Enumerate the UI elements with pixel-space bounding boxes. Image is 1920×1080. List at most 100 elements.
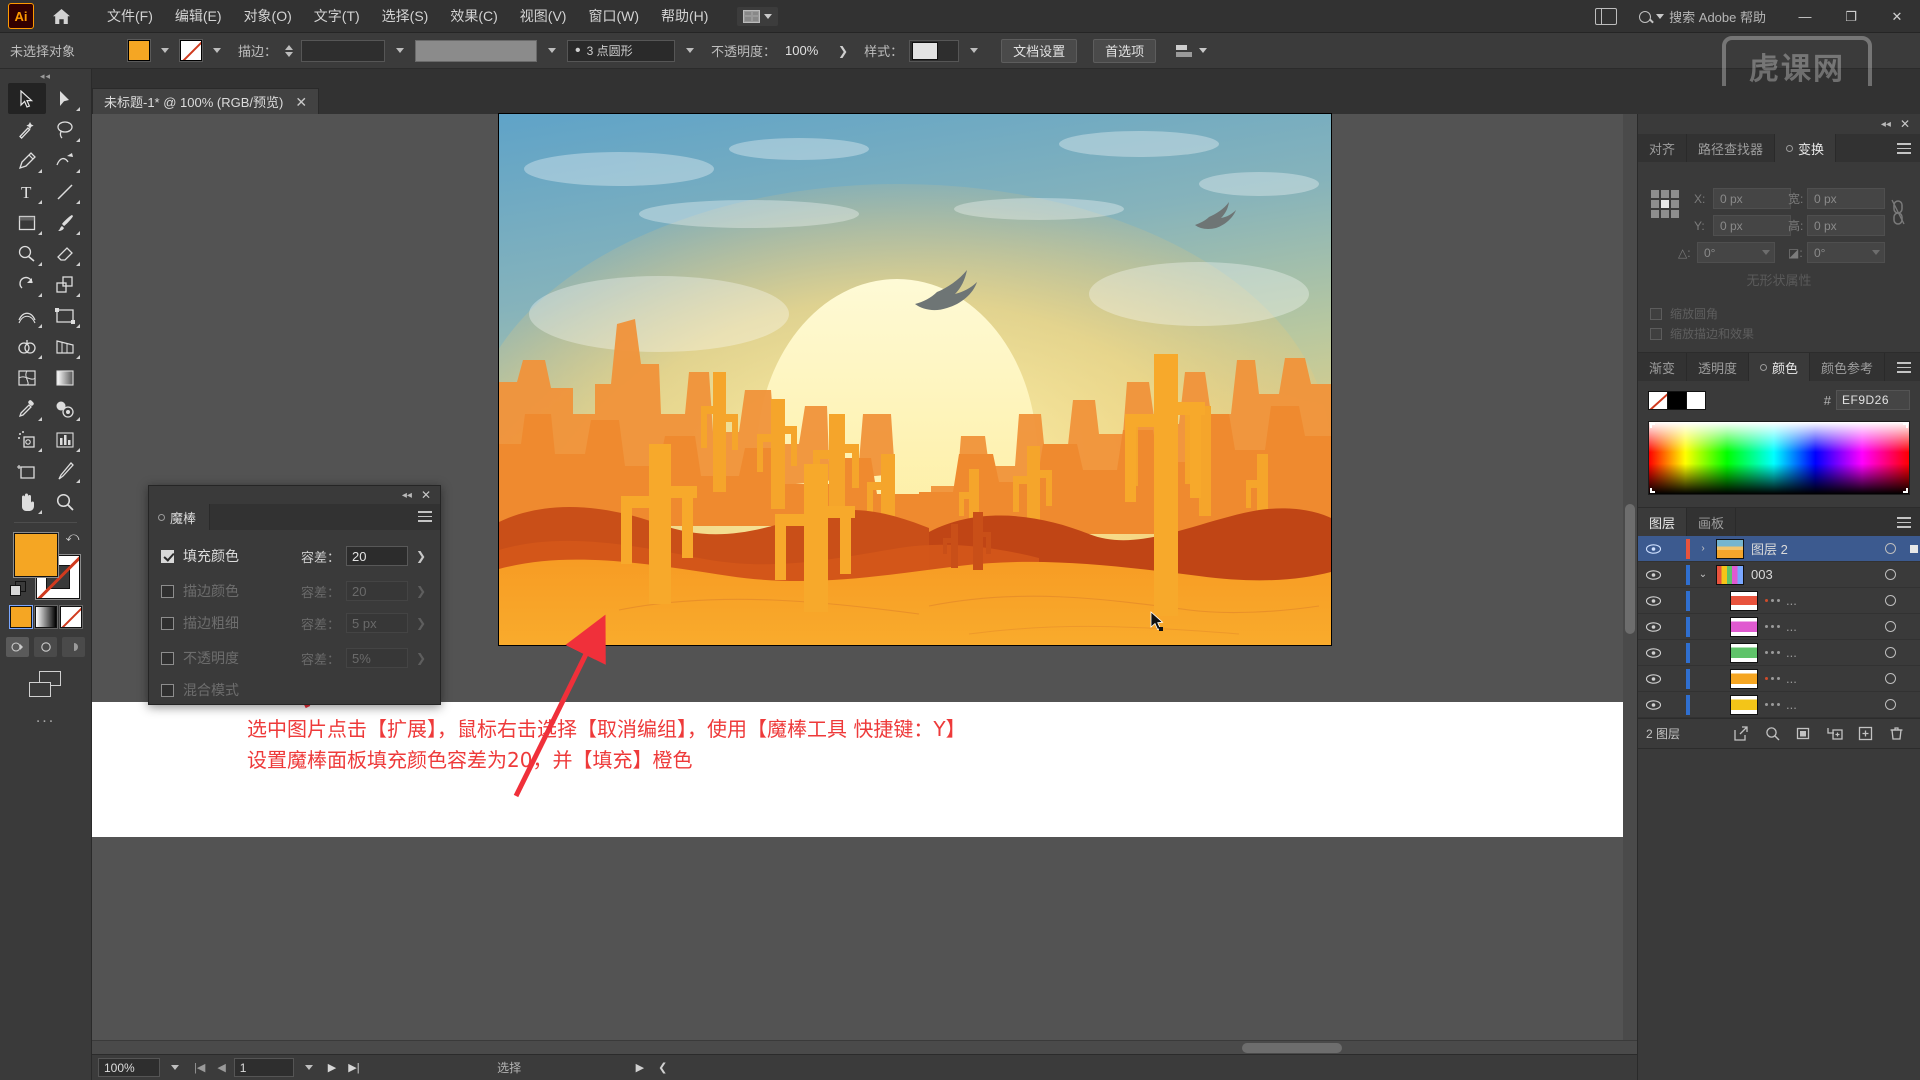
new-sublayer-icon[interactable] bbox=[1819, 721, 1850, 747]
visibility-icon[interactable] bbox=[1638, 543, 1668, 554]
menu-window[interactable]: 窗口(W) bbox=[577, 1, 650, 31]
type-tool[interactable]: T bbox=[8, 176, 46, 207]
new-layer-icon[interactable] bbox=[1850, 721, 1881, 747]
scale-corners-checkbox[interactable] bbox=[1650, 307, 1662, 320]
visibility-icon[interactable] bbox=[1638, 647, 1668, 658]
panel-menu-icon[interactable] bbox=[1897, 143, 1911, 157]
default-fill-stroke-icon[interactable] bbox=[9, 581, 28, 599]
transform-titlebar[interactable]: ◂◂ ✕ bbox=[1638, 114, 1920, 134]
visibility-icon[interactable] bbox=[1638, 621, 1668, 632]
target-icon[interactable] bbox=[1872, 647, 1908, 658]
mesh-tool[interactable] bbox=[8, 362, 46, 393]
magic-wand-row-blend-mode[interactable]: 混合模式 bbox=[161, 674, 428, 706]
panel-menu-icon[interactable] bbox=[1897, 517, 1911, 531]
magic-wand-row-stroke-weight[interactable]: 描边粗细 容差： 5 px ❯ bbox=[161, 607, 428, 639]
black-swatch[interactable] bbox=[1667, 390, 1687, 410]
target-icon[interactable] bbox=[1872, 569, 1908, 580]
h-input[interactable]: 0 px bbox=[1807, 215, 1885, 236]
blend-tool[interactable] bbox=[46, 393, 84, 424]
layer-row-sub1[interactable]: ... bbox=[1638, 588, 1920, 614]
make-mask-icon[interactable] bbox=[1788, 721, 1819, 747]
tab-align[interactable]: 对齐 bbox=[1638, 134, 1688, 162]
link-dimensions-icon[interactable] bbox=[1890, 198, 1906, 228]
weight-tolerance-slider-icon[interactable]: ❯ bbox=[414, 616, 428, 630]
collapse-icon[interactable]: ◂◂ bbox=[402, 490, 412, 501]
layer-row-sub5[interactable]: ... bbox=[1638, 692, 1920, 718]
target-icon[interactable] bbox=[1872, 699, 1908, 710]
eraser-tool[interactable] bbox=[46, 238, 84, 269]
rectangle-tool[interactable] bbox=[8, 207, 46, 238]
target-icon[interactable] bbox=[1872, 673, 1908, 684]
none-swatch[interactable] bbox=[1648, 390, 1668, 410]
draw-inside-icon[interactable] bbox=[62, 637, 85, 657]
menu-help[interactable]: 帮助(H) bbox=[650, 1, 719, 31]
swap-fill-stroke-icon[interactable]: ⤺ bbox=[66, 529, 82, 545]
artboard-tool[interactable] bbox=[8, 455, 46, 486]
shaper-tool[interactable] bbox=[8, 238, 46, 269]
curvature-tool[interactable] bbox=[46, 145, 84, 176]
panel-toggle-icon[interactable] bbox=[1595, 8, 1618, 25]
hand-tool[interactable] bbox=[8, 486, 46, 517]
layer-row-003[interactable]: ⌄ 003 bbox=[1638, 562, 1920, 588]
menu-edit[interactable]: 编辑(E) bbox=[164, 1, 233, 31]
blend-mode-checkbox[interactable] bbox=[161, 683, 174, 697]
close-icon[interactable]: ✕ bbox=[295, 95, 307, 109]
fill-color-checkbox[interactable] bbox=[161, 549, 174, 563]
opacity-tolerance-input[interactable]: 5% bbox=[346, 648, 408, 668]
target-icon[interactable] bbox=[1872, 595, 1908, 606]
chevron-down-icon[interactable] bbox=[213, 48, 221, 53]
variable-width-profile-select[interactable]: • 3 点圆形 bbox=[567, 39, 676, 62]
status-menu-icon[interactable]: ▶ bbox=[631, 1061, 649, 1074]
lasso-tool[interactable] bbox=[46, 114, 84, 145]
workspace-switcher[interactable] bbox=[737, 6, 779, 26]
brush-definition-select[interactable] bbox=[415, 39, 538, 62]
horizontal-scrollbar[interactable] bbox=[92, 1040, 1637, 1054]
chevron-down-icon[interactable] bbox=[686, 48, 695, 53]
chevron-down-icon[interactable] bbox=[396, 48, 405, 53]
chevron-down-icon[interactable] bbox=[161, 48, 169, 53]
menu-object[interactable]: 对象(O) bbox=[233, 1, 303, 31]
white-swatch[interactable] bbox=[1686, 390, 1706, 410]
fill-tolerance-slider-icon[interactable]: ❯ bbox=[414, 549, 428, 563]
shear-input[interactable]: 0° bbox=[1807, 242, 1885, 263]
scale-tool[interactable] bbox=[46, 269, 84, 300]
reference-point-selector[interactable] bbox=[1651, 190, 1679, 218]
symbol-sprayer-tool[interactable] bbox=[8, 424, 46, 455]
prev-artboard-icon[interactable]: ◀ bbox=[213, 1061, 229, 1074]
screen-mode-button[interactable] bbox=[0, 671, 91, 697]
artboard[interactable] bbox=[499, 114, 1331, 645]
tab-gradient[interactable]: 渐变 bbox=[1638, 353, 1688, 381]
scale-strokes-checkbox[interactable] bbox=[1650, 327, 1662, 340]
visibility-icon[interactable] bbox=[1638, 595, 1668, 606]
tab-pathfinder[interactable]: 路径查找器 bbox=[1687, 134, 1776, 162]
next-artboard-icon[interactable]: ▶ bbox=[324, 1061, 340, 1074]
layer-name[interactable]: ... bbox=[1786, 697, 1872, 712]
minimize-button[interactable]: — bbox=[1782, 0, 1828, 33]
layer-row-sub3[interactable]: ... bbox=[1638, 640, 1920, 666]
tab-transparency[interactable]: 透明度 bbox=[1687, 353, 1750, 381]
opacity-input[interactable]: 100% bbox=[782, 43, 826, 58]
x-input[interactable]: 0 px bbox=[1713, 188, 1791, 209]
home-icon[interactable] bbox=[44, 3, 78, 29]
y-input[interactable]: 0 px bbox=[1713, 215, 1791, 236]
tab-layers[interactable]: 图层 bbox=[1638, 508, 1688, 536]
visibility-icon[interactable] bbox=[1638, 699, 1668, 710]
target-icon[interactable] bbox=[1872, 543, 1908, 554]
close-icon[interactable]: ✕ bbox=[421, 489, 431, 501]
weight-tolerance-input[interactable]: 5 px bbox=[346, 613, 408, 633]
opacity-checkbox[interactable] bbox=[161, 651, 174, 665]
menu-view[interactable]: 视图(V) bbox=[509, 1, 578, 31]
last-artboard-icon[interactable]: ▶| bbox=[344, 1061, 363, 1074]
angle-input[interactable]: 0° bbox=[1697, 242, 1775, 263]
opacity-options-icon[interactable]: ❯ bbox=[832, 44, 854, 58]
layer-name[interactable]: 003 bbox=[1751, 567, 1872, 582]
color-spectrum[interactable] bbox=[1648, 421, 1910, 495]
none-mode-button[interactable] bbox=[58, 605, 83, 629]
w-input[interactable]: 0 px bbox=[1807, 188, 1885, 209]
free-transform-tool[interactable] bbox=[46, 300, 84, 331]
stroke-weight-input[interactable] bbox=[301, 39, 386, 62]
layer-name[interactable]: ... bbox=[1786, 593, 1872, 608]
toolbar-overflow-button[interactable]: ... bbox=[0, 709, 91, 727]
panel-menu-icon[interactable] bbox=[1897, 362, 1911, 376]
tab-magic-wand[interactable]: 魔棒 bbox=[149, 504, 211, 530]
